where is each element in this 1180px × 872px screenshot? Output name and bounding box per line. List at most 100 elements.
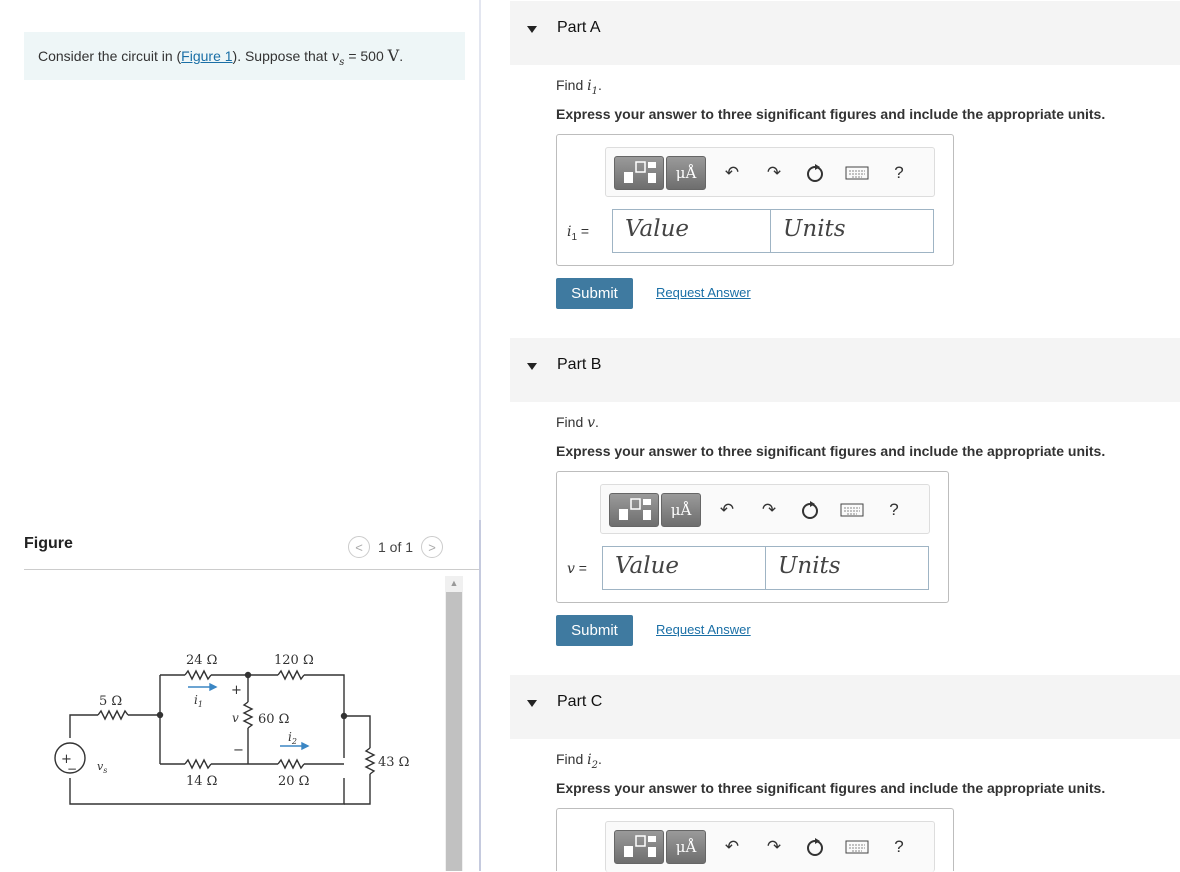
resistor-20 — [277, 758, 305, 770]
i1-equals-label: i1 = — [567, 223, 590, 243]
wire-43-bottom — [344, 774, 371, 805]
undo-icon[interactable]: ↶ — [714, 497, 740, 523]
undo-icon[interactable]: ↶ — [719, 160, 745, 186]
math-toolbar: μÅ ↶ ↷ ? — [605, 147, 935, 197]
templates-button[interactable] — [614, 830, 664, 864]
label-60-ohm: 60 Ω — [258, 712, 289, 727]
math-toolbar: μÅ ↶ ↷ ? — [605, 821, 935, 872]
redo-icon[interactable]: ↷ — [761, 160, 787, 186]
pager-label: 1 of 1 — [378, 539, 414, 555]
part-c-answer-box: μÅ ↶ ↷ ? — [556, 808, 954, 872]
part-b-header[interactable]: Part B — [510, 338, 1180, 402]
figure-divider — [24, 569, 479, 570]
redo-icon[interactable]: ↷ — [756, 497, 782, 523]
prev-figure-button[interactable]: < — [348, 536, 370, 558]
part-a-header[interactable]: Part A — [510, 1, 1180, 65]
collapse-triangle-icon[interactable] — [527, 363, 537, 370]
label-14-ohm: 14 Ω — [186, 774, 217, 789]
templates-icon — [619, 498, 651, 520]
intro-text: Consider the circuit in ( — [38, 48, 182, 64]
intro-equals: = 500 — [344, 48, 388, 64]
reset-icon[interactable] — [802, 834, 828, 860]
node-right — [340, 712, 348, 720]
resistor-24 — [184, 669, 212, 681]
resistor-5 — [97, 709, 129, 721]
keyboard-icon[interactable] — [844, 834, 870, 860]
help-icon[interactable]: ? — [886, 160, 912, 186]
figure-link[interactable]: Figure 1 — [181, 48, 232, 64]
resistor-43 — [364, 747, 376, 775]
templates-button[interactable] — [614, 156, 664, 190]
scroll-up-arrow[interactable]: ▲ — [445, 576, 463, 590]
intro-period: . — [399, 48, 404, 64]
units-input[interactable]: Units — [765, 546, 929, 590]
value-input[interactable]: Value — [612, 209, 776, 253]
part-c-label: Part C — [557, 693, 603, 710]
reset-icon[interactable] — [797, 497, 823, 523]
scrollbar-thumb[interactable] — [446, 592, 462, 871]
part-c-instructions: Express your answer to three significant… — [556, 780, 1106, 796]
part-a-label: Part A — [557, 19, 601, 36]
undo-icon[interactable]: ↶ — [719, 834, 745, 860]
units-input[interactable]: Units — [770, 209, 934, 253]
part-b-answer-box: μÅ ↶ ↷ ? v = Value Units — [556, 471, 949, 603]
units-symbol-button[interactable]: μÅ — [661, 493, 701, 527]
units-symbol-button[interactable]: μÅ — [666, 156, 706, 190]
templates-icon — [624, 161, 656, 183]
vs-label: vs — [97, 760, 107, 775]
wire-vs-top — [69, 714, 98, 738]
column-divider-accent — [479, 520, 481, 871]
i2-label: i2 — [288, 730, 297, 746]
resistor-120 — [277, 669, 305, 681]
resistor-60 — [242, 701, 254, 729]
label-5-ohm: 5 Ω — [99, 694, 122, 709]
v-equals-label: v = — [567, 560, 587, 577]
wire-top-3 — [304, 674, 345, 758]
reset-icon[interactable] — [802, 160, 828, 186]
source-minus: − — [67, 762, 77, 776]
resistor-14 — [184, 758, 212, 770]
templates-button[interactable] — [609, 493, 659, 527]
label-20-ohm: 20 Ω — [278, 774, 309, 789]
redo-icon[interactable]: ↷ — [761, 834, 787, 860]
part-a-question: Find i1. — [556, 77, 602, 97]
label-120-ohm: 120 Ω — [274, 653, 314, 668]
part-b-label: Part B — [557, 356, 602, 373]
part-c-question: Find i2. — [556, 751, 602, 771]
wire-43-top — [344, 715, 371, 748]
intro-text-2: ). Suppose that — [232, 48, 332, 64]
collapse-triangle-icon[interactable] — [527, 700, 537, 707]
part-b-instructions: Express your answer to three significant… — [556, 443, 1106, 459]
node-mid — [244, 671, 252, 679]
part-b-question: Find v. — [556, 414, 599, 431]
intro-unit: V — [387, 46, 400, 65]
request-answer-link[interactable]: Request Answer — [656, 622, 751, 637]
submit-button[interactable]: Submit — [556, 278, 633, 309]
keyboard-icon[interactable] — [839, 497, 865, 523]
value-input[interactable]: Value — [602, 546, 766, 590]
part-a-instructions: Express your answer to three significant… — [556, 106, 1106, 122]
request-answer-link[interactable]: Request Answer — [656, 285, 751, 300]
v-label: v — [232, 711, 239, 725]
help-icon[interactable]: ? — [886, 834, 912, 860]
collapse-triangle-icon[interactable] — [527, 26, 537, 33]
templates-icon — [624, 835, 656, 857]
submit-button[interactable]: Submit — [556, 615, 633, 646]
figure-heading: Figure — [24, 535, 73, 552]
node-left — [156, 711, 164, 719]
part-c-header[interactable]: Part C — [510, 675, 1180, 739]
label-43-ohm: 43 Ω — [378, 755, 409, 770]
v-plus: + — [231, 683, 242, 698]
i1-label: i1 — [194, 693, 203, 709]
figure-pager: < 1 of 1 > — [348, 536, 444, 558]
keyboard-icon[interactable] — [844, 160, 870, 186]
circuit-diagram: + − vs 5 Ω 24 Ω 120 Ω i1 + v − 60 Ω i2 1… — [54, 653, 409, 805]
help-icon[interactable]: ? — [881, 497, 907, 523]
vs-variable: vs — [331, 49, 345, 68]
problem-intro: Consider the circuit in (Figure 1). Supp… — [24, 32, 465, 80]
math-toolbar: μÅ ↶ ↷ ? — [600, 484, 930, 534]
next-figure-button[interactable]: > — [421, 536, 444, 558]
label-24-ohm: 24 Ω — [186, 653, 217, 668]
v-minus: − — [233, 743, 244, 758]
units-symbol-button[interactable]: μÅ — [666, 830, 706, 864]
